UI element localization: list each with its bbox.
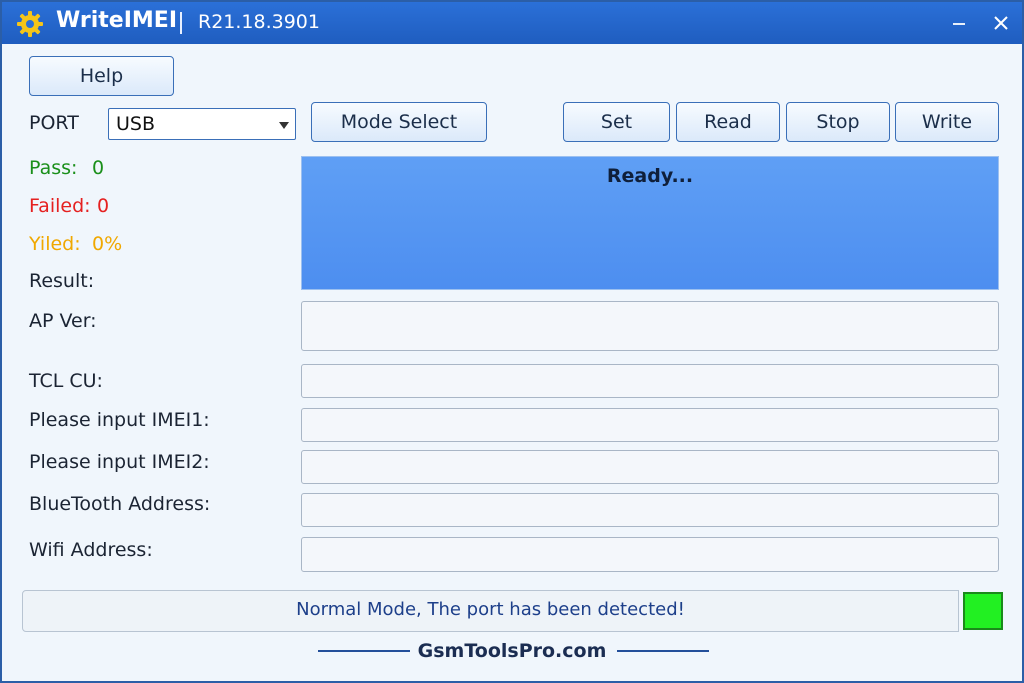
result-text: Ready... bbox=[606, 165, 694, 187]
yield-value: 0% bbox=[92, 233, 123, 255]
port-label: PORT bbox=[29, 112, 79, 134]
close-button[interactable] bbox=[984, 8, 1018, 38]
status-indicator bbox=[963, 592, 1003, 630]
app-version: R21.18.3901 bbox=[198, 11, 320, 33]
app-window: WriteIMEI R21.18.3901 Help PORT USB Mode… bbox=[0, 0, 1024, 683]
port-select-value: USB bbox=[116, 113, 156, 135]
result-display: Ready... bbox=[301, 156, 999, 290]
imei1-label: Please input IMEI1: bbox=[29, 409, 210, 431]
footer-text: GsmToolsPro.com bbox=[417, 640, 607, 662]
port-select[interactable]: USB bbox=[108, 108, 296, 140]
bluetooth-label: BlueTooth Address: bbox=[29, 493, 211, 515]
minimize-button[interactable] bbox=[942, 8, 976, 38]
yield-label: Yiled: bbox=[29, 233, 81, 255]
set-button[interactable]: Set bbox=[563, 102, 670, 142]
pass-label: Pass: bbox=[29, 157, 78, 179]
footer: GsmToolsPro.com bbox=[2, 638, 1022, 666]
tcl-cu-label: TCL CU: bbox=[29, 370, 103, 392]
ap-ver-label: AP Ver: bbox=[29, 310, 97, 332]
imei1-field[interactable] bbox=[301, 408, 999, 442]
title-divider bbox=[180, 12, 182, 34]
help-button[interactable]: Help bbox=[29, 56, 174, 96]
title-bar: WriteIMEI R21.18.3901 bbox=[2, 2, 1022, 44]
mode-select-button[interactable]: Mode Select bbox=[311, 102, 487, 142]
status-bar: Normal Mode, The port has been detected! bbox=[22, 590, 959, 632]
failed-label: Failed: bbox=[29, 195, 91, 217]
imei2-field[interactable] bbox=[301, 450, 999, 484]
chevron-down-icon bbox=[279, 122, 289, 129]
status-text: Normal Mode, The port has been detected! bbox=[296, 599, 685, 620]
wifi-label: Wifi Address: bbox=[29, 539, 153, 561]
minimize-icon bbox=[953, 23, 965, 25]
read-button[interactable]: Read bbox=[676, 102, 780, 142]
tcl-cu-field[interactable] bbox=[301, 364, 999, 398]
ap-ver-field[interactable] bbox=[301, 301, 999, 351]
failed-value: 0 bbox=[97, 195, 110, 217]
wifi-field[interactable] bbox=[301, 537, 999, 572]
result-label: Result: bbox=[29, 270, 95, 292]
bluetooth-field[interactable] bbox=[301, 493, 999, 527]
imei2-label: Please input IMEI2: bbox=[29, 451, 210, 473]
app-title: WriteIMEI bbox=[56, 8, 177, 33]
write-button[interactable]: Write bbox=[895, 102, 999, 142]
close-icon bbox=[994, 16, 1008, 30]
footer-divider-right bbox=[617, 650, 709, 652]
gear-icon bbox=[16, 10, 44, 38]
pass-value: 0 bbox=[92, 157, 105, 179]
stop-button[interactable]: Stop bbox=[786, 102, 890, 142]
